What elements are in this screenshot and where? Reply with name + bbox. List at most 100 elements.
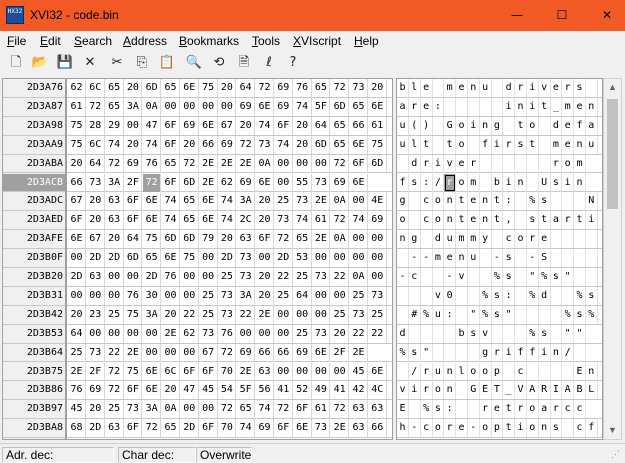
hex-byte-cell[interactable]: 65 [331,135,350,154]
text-char-cell[interactable]: n [444,211,457,230]
text-char-cell[interactable]: s [574,79,586,97]
text-char-cell[interactable] [515,249,527,268]
address-cell[interactable]: 2D3AA9 [3,136,65,155]
text-char-cell[interactable] [468,400,480,419]
text-char-cell[interactable]: " [562,268,575,286]
text-char-cell[interactable]: i [527,79,539,97]
text-char-cell[interactable] [503,154,516,173]
text-char-cell[interactable]: s [503,268,516,286]
text-char-cell[interactable]: : [421,173,433,192]
hex-byte-cell[interactable]: 73 [294,192,312,211]
text-char-cell[interactable] [515,211,527,230]
text-char-cell[interactable]: o [527,116,539,135]
address-cell[interactable]: 2D3B97 [3,400,65,420]
hex-byte-cell[interactable]: 6E [162,249,180,268]
text-char-cell[interactable]: % [586,305,598,324]
text-char-cell[interactable] [480,268,492,286]
hex-byte-cell[interactable]: 2D [218,249,237,268]
hex-byte-cell[interactable]: 2E [312,230,331,249]
text-char-cell[interactable]: y [480,230,492,249]
address-cell[interactable]: 2D3ACB [3,173,65,193]
hex-byte-cell[interactable]: 20 [68,305,86,324]
hex-byte-cell[interactable]: 66 [68,173,86,192]
hex-byte-cell[interactable]: 00 [181,97,199,116]
text-char-cell[interactable] [527,362,539,381]
hex-byte-cell[interactable]: 2C [237,211,256,230]
find-icon[interactable]: 🔍 [184,54,204,72]
hex-byte-cell[interactable]: 20 [294,135,312,154]
hex-byte-cell[interactable]: 00 [181,268,199,286]
hex-byte-cell[interactable]: 62 [218,173,237,192]
hex-byte-cell[interactable]: 61 [312,211,331,230]
hex-byte-cell[interactable]: 00 [200,249,218,268]
hex-byte-cell[interactable]: 65 [162,154,180,173]
text-char-cell[interactable]: c [574,419,586,438]
hex-byte-cell[interactable]: 6E [256,97,274,116]
text-char-cell[interactable]: % [527,192,539,211]
hex-byte-cell[interactable]: 0A [331,230,350,249]
hex-byte-cell[interactable]: 2D [87,419,105,438]
text-char-cell[interactable]: T [491,381,504,400]
text-char-cell[interactable]: / [432,173,445,192]
hex-byte-cell[interactable]: 3A [143,400,162,419]
hex-byte-cell[interactable]: 64 [124,230,143,249]
text-char-cell[interactable] [574,343,586,362]
address-cell[interactable]: 2D3AED [3,211,65,231]
text-char-cell[interactable]: v [432,286,445,305]
text-char-cell[interactable]: i [586,211,598,230]
text-char-cell[interactable] [397,305,409,324]
text-char-cell[interactable]: m [468,230,480,249]
text-char-cell[interactable]: n [586,362,598,381]
close-file-icon[interactable]: ✕ [80,54,100,72]
text-view[interactable]: ble menu drivers ble menu drivers are:in… [396,78,603,440]
text-char-cell[interactable]: m [444,79,457,97]
text-char-cell[interactable]: " [503,305,516,324]
address-cell[interactable]: 2D3B0F [3,249,65,268]
copy-icon[interactable]: ⎘ [132,54,152,72]
hex-byte-cell[interactable]: 72 [106,362,124,381]
text-char-cell[interactable]: E [397,400,409,419]
text-char-cell[interactable]: o [527,419,539,438]
hex-byte-cell[interactable]: 72 [275,400,293,419]
text-char-cell[interactable]: c [503,230,516,249]
hex-byte-cell[interactable]: 00 [87,324,105,343]
text-char-cell[interactable]: i [503,343,516,362]
hex-byte-cell[interactable]: 20 [106,230,124,249]
text-char-cell[interactable]: % [421,305,433,324]
text-char-cell[interactable]: % [480,286,492,305]
address-cell[interactable]: 2D3B86 [3,381,65,401]
hex-byte-cell[interactable]: 74 [275,135,293,154]
scroll-up-icon[interactable]: ▲ [604,79,621,96]
hex-byte-cell[interactable]: 25 [294,324,312,343]
hex-byte-cell[interactable]: 72 [106,154,124,173]
hex-byte-cell[interactable]: 2D [68,268,86,286]
hex-byte-cell[interactable]: 73 [350,305,368,324]
hex-byte-cell[interactable]: 22 [237,305,256,324]
hex-byte-cell[interactable]: 00 [181,400,199,419]
hex-byte-cell[interactable]: 6D [162,230,180,249]
text-char-cell[interactable]: : [444,400,457,419]
text-char-cell[interactable]: m [574,154,586,173]
hex-byte-cell[interactable]: 2E [350,343,368,362]
hex-byte-cell[interactable]: 00 [256,249,274,268]
address-cell[interactable]: 2D3B20 [3,268,65,287]
text-char-cell[interactable]: o [468,362,480,381]
new-file-icon[interactable]: 🗋 [6,54,26,72]
hex-byte-cell[interactable]: 6E [350,135,368,154]
hex-byte-cell[interactable]: 00 [87,286,105,305]
text-char-cell[interactable]: i [539,343,551,362]
hex-byte-cell[interactable]: 00 [369,230,387,249]
hex-byte-cell[interactable]: 6F [256,230,274,249]
hex-byte-cell[interactable]: 2D [181,419,199,438]
text-char-cell[interactable] [421,324,433,343]
text-char-cell[interactable] [468,268,480,286]
hex-byte-cell[interactable]: 20 [87,400,105,419]
hex-byte-cell[interactable]: 73 [275,211,293,230]
hex-byte-cell[interactable]: 6F [181,362,199,381]
text-char-cell[interactable]: - [468,419,480,438]
hex-byte-cell[interactable]: 73 [87,343,105,362]
text-char-cell[interactable]: n [444,362,457,381]
text-char-cell[interactable]: i [515,419,527,438]
text-char-cell[interactable]: - [409,249,421,268]
text-char-cell[interactable]: v [397,381,409,400]
